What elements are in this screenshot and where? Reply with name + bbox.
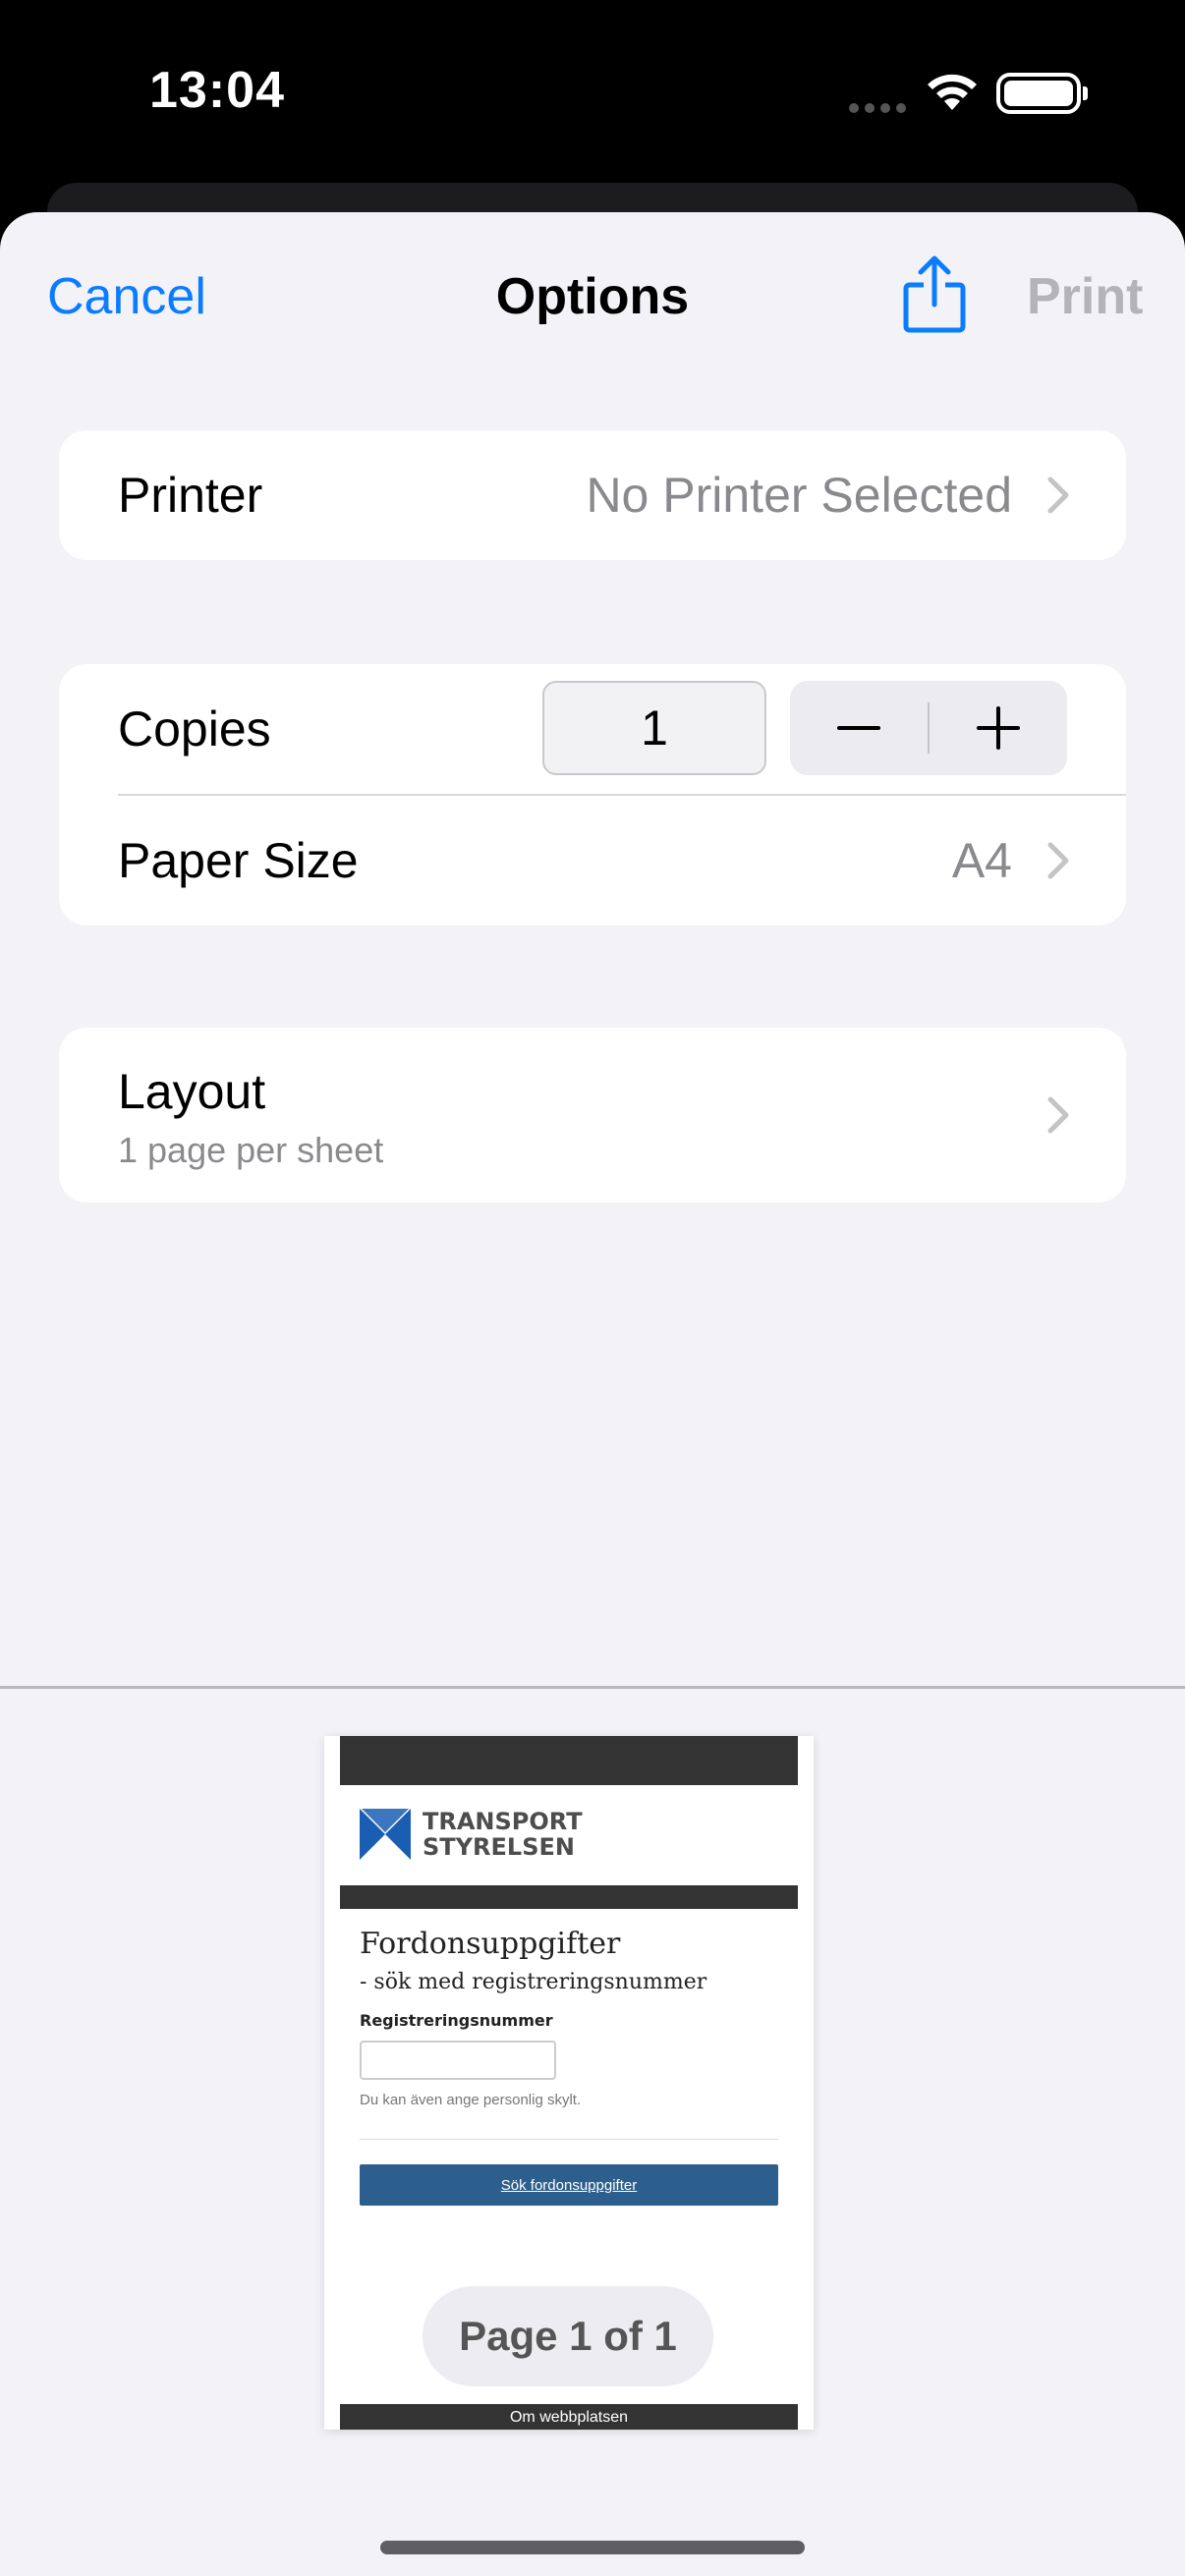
status-bar: 13:04 — [0, 0, 1185, 187]
chevron-right-icon — [1047, 842, 1069, 879]
preview-input-box — [360, 2041, 556, 2080]
print-button[interactable]: Print — [1027, 267, 1143, 326]
increment-button[interactable] — [930, 681, 1067, 775]
page-preview-thumbnail[interactable]: TRANSPORT STYRELSEN Fordonsuppgifter - s… — [324, 1736, 814, 2430]
paper-size-label: Paper Size — [118, 833, 359, 888]
preview-field-label: Registreringsnummer — [360, 2011, 553, 2030]
paper-size-value: A4 — [951, 833, 1012, 888]
paper-size-row[interactable]: Paper Size A4 — [59, 796, 1126, 925]
preview-nav-bar — [340, 1885, 798, 1909]
battery-tip — [1083, 86, 1088, 100]
preview-subheading: - sök med registreringsnummer — [360, 1970, 707, 1994]
copies-stepper — [790, 681, 1067, 775]
printer-row[interactable]: Printer No Printer Selected — [59, 430, 1126, 560]
printer-value: No Printer Selected — [586, 468, 1012, 523]
print-preview-area: TRANSPORT STYRELSEN Fordonsuppgifter - s… — [0, 1686, 1185, 2576]
status-time: 13:04 — [149, 62, 285, 119]
copies-row: Copies 1 — [59, 664, 1126, 794]
logo-text-line1: TRANSPORT — [423, 1808, 583, 1835]
copies-label: Copies — [118, 701, 271, 756]
preview-search-button: Sök fordonsuppgifter — [360, 2164, 778, 2206]
page-count-badge: Page 1 of 1 — [423, 2286, 713, 2386]
share-icon[interactable] — [900, 253, 969, 336]
layout-group: Layout 1 page per sheet — [59, 1028, 1126, 1203]
preview-heading: Fordonsuppgifter — [360, 1927, 621, 1961]
layout-value: 1 page per sheet — [118, 1130, 384, 1170]
chevron-right-icon — [1047, 1096, 1069, 1134]
minus-icon — [837, 726, 880, 730]
decrement-button[interactable] — [790, 681, 928, 775]
chevron-right-icon — [1047, 476, 1069, 514]
wifi-icon — [928, 74, 977, 110]
printer-group: Printer No Printer Selected — [59, 430, 1126, 560]
logo-text: TRANSPORT STYRELSEN — [423, 1809, 583, 1860]
preview-footer-bar: Om webbplatsen — [340, 2404, 798, 2430]
preview-header-bar — [340, 1736, 798, 1785]
copies-paper-group: Copies 1 Paper Size A4 — [59, 664, 1126, 925]
logo-text-line2: STYRELSEN — [423, 1833, 575, 1861]
home-indicator[interactable] — [380, 2541, 805, 2554]
cellular-signal-icon — [849, 100, 912, 118]
preview-divider — [360, 2139, 778, 2140]
cancel-button[interactable]: Cancel — [47, 267, 206, 326]
print-options-sheet: Options Cancel Print Printer No Printer … — [0, 212, 1185, 2576]
battery-icon — [996, 73, 1081, 114]
copies-input[interactable]: 1 — [542, 681, 766, 775]
layout-row[interactable]: Layout 1 page per sheet — [59, 1028, 1126, 1203]
layout-label: Layout — [118, 1064, 266, 1119]
printer-label: Printer — [118, 468, 263, 523]
preview-hint: Du kan även ange personlig skylt. — [360, 2092, 582, 2108]
transportstyrelsen-logo-icon — [360, 1809, 411, 1860]
plus-icon — [977, 706, 1020, 750]
